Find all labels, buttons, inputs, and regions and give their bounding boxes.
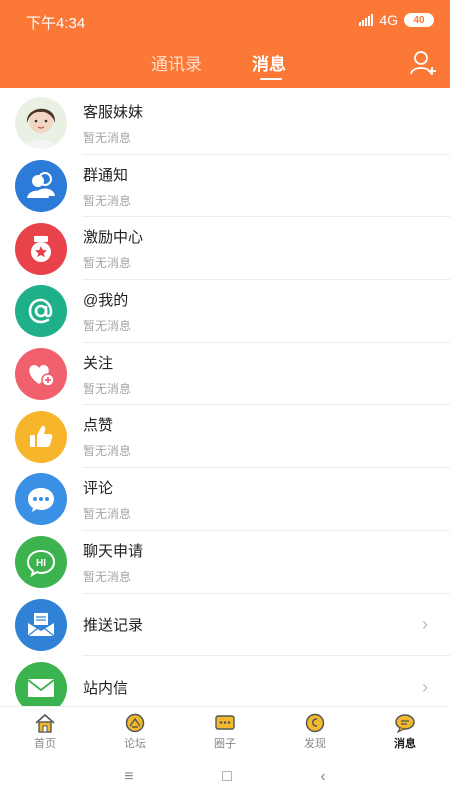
comment-icon bbox=[15, 473, 67, 526]
message-item-subtitle: 暂无消息 bbox=[83, 193, 132, 208]
status-time: 下午4:34 bbox=[26, 15, 86, 32]
heart-plus-icon bbox=[15, 348, 67, 401]
tab-label: 首页 bbox=[34, 738, 56, 750]
message-item-mentions[interactable]: @我的 暂无消息 bbox=[0, 280, 450, 343]
add-contact-icon[interactable] bbox=[410, 50, 438, 76]
tab-messages[interactable]: 消息 bbox=[252, 50, 286, 80]
message-item-chat-request[interactable]: HI 聊天申请 暂无消息 bbox=[0, 531, 450, 594]
tab-circle[interactable]: 圈子 bbox=[180, 707, 270, 754]
message-item-incentive-center[interactable]: 激励中心 暂无消息 bbox=[0, 217, 450, 280]
tab-label: 论坛 bbox=[124, 738, 146, 750]
message-item-title: 评论 bbox=[83, 479, 114, 497]
message-item-title: 推送记录 bbox=[83, 617, 144, 635]
message-item-push-record[interactable]: 推送记录 › bbox=[0, 594, 450, 657]
discover-icon bbox=[305, 713, 325, 733]
forum-icon bbox=[125, 713, 145, 733]
group-icon bbox=[15, 160, 67, 213]
back-icon[interactable]: ‹ bbox=[320, 768, 325, 786]
tab-label: 发现 bbox=[304, 738, 326, 750]
app-header: 下午4:34 4G 40 通讯录 消息 bbox=[0, 0, 450, 88]
message-item-subtitle: 暂无消息 bbox=[83, 506, 132, 521]
tab-contacts[interactable]: 通讯录 bbox=[151, 50, 202, 75]
message-item-subtitle: 暂无消息 bbox=[83, 381, 132, 396]
tab-messages-bottom[interactable]: 消息 bbox=[360, 707, 450, 754]
home-button-icon[interactable]: □ bbox=[222, 768, 232, 786]
menu-icon[interactable]: ≡ bbox=[124, 768, 133, 786]
message-item-subtitle: 暂无消息 bbox=[83, 569, 132, 584]
system-nav-bar: ≡ □ ‹ bbox=[0, 754, 450, 800]
message-item-follow[interactable]: 关注 暂无消息 bbox=[0, 343, 450, 406]
message-item-comments[interactable]: 评论 暂无消息 bbox=[0, 468, 450, 531]
message-list: 客服妹妹 暂无消息 群通知 暂无消息 激励中心 暂无消息 @我的 暂无消息 关注… bbox=[0, 92, 450, 719]
thumbs-up-icon bbox=[15, 410, 67, 463]
tab-discover[interactable]: 发现 bbox=[270, 707, 360, 754]
bottom-tab-bar: 首页 论坛 圈子 发现 消息 bbox=[0, 706, 450, 754]
status-indicators: 4G 40 bbox=[359, 12, 434, 28]
status-bar: 下午4:34 4G 40 bbox=[0, 0, 450, 40]
message-item-title: 点赞 bbox=[83, 417, 114, 435]
message-item-subtitle: 暂无消息 bbox=[83, 318, 132, 333]
at-icon bbox=[15, 285, 67, 338]
circle-icon bbox=[215, 715, 235, 730]
tab-forum[interactable]: 论坛 bbox=[90, 707, 180, 754]
message-item-title: 激励中心 bbox=[83, 229, 144, 247]
message-item-group-notice[interactable]: 群通知 暂无消息 bbox=[0, 155, 450, 218]
message-item-subtitle: 暂无消息 bbox=[83, 130, 132, 145]
battery-icon: 40 bbox=[404, 13, 434, 27]
message-item-title: 聊天申请 bbox=[83, 542, 144, 560]
push-record-icon bbox=[15, 598, 67, 651]
tab-label: 消息 bbox=[394, 738, 416, 750]
tab-home[interactable]: 首页 bbox=[0, 707, 90, 754]
signal-icon bbox=[359, 14, 374, 26]
header-tabs: 通讯录 消息 bbox=[0, 50, 450, 80]
message-item-title: 站内信 bbox=[83, 680, 129, 698]
medal-icon bbox=[15, 222, 67, 275]
message-item-title: 群通知 bbox=[83, 166, 129, 184]
hi-bubble-icon: HI bbox=[15, 536, 67, 589]
network-label: 4G bbox=[379, 12, 398, 28]
hi-text: HI bbox=[36, 558, 46, 569]
home-icon bbox=[35, 713, 55, 733]
chevron-right-icon: › bbox=[422, 677, 428, 698]
message-item-subtitle: 暂无消息 bbox=[83, 444, 132, 459]
message-item-title: @我的 bbox=[83, 291, 129, 309]
tab-label: 圈子 bbox=[214, 738, 236, 750]
message-icon bbox=[395, 714, 415, 733]
message-item-likes[interactable]: 点赞 暂无消息 bbox=[0, 405, 450, 468]
message-item-title: 关注 bbox=[83, 354, 114, 372]
message-item-title: 客服妹妹 bbox=[83, 103, 144, 121]
chevron-right-icon: › bbox=[422, 614, 428, 635]
message-item-subtitle: 暂无消息 bbox=[83, 256, 132, 271]
message-item-customer-service[interactable]: 客服妹妹 暂无消息 bbox=[0, 92, 450, 155]
customer-service-avatar bbox=[15, 97, 67, 150]
